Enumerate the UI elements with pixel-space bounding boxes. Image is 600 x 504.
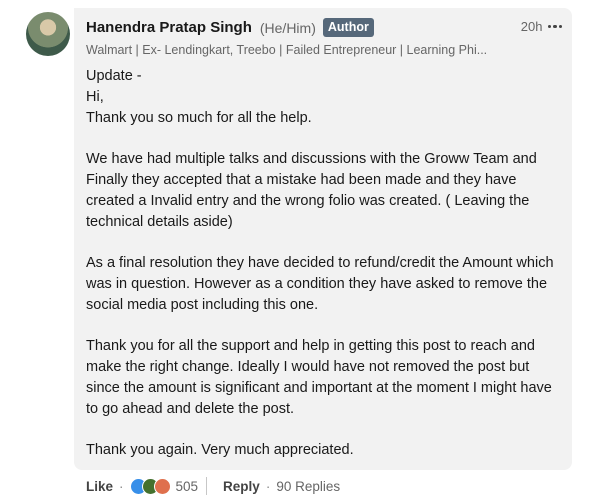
author-headline: Walmart | Ex- Lendingkart, Treebo | Fail… xyxy=(86,43,488,57)
comment-actions: Like · 505 Reply · 90 Replies xyxy=(86,476,340,496)
more-options-icon[interactable] xyxy=(547,24,562,29)
author-badge: Author xyxy=(322,18,374,37)
comment-paragraph xyxy=(86,232,564,253)
divider xyxy=(206,477,208,495)
reaction-count[interactable]: 505 xyxy=(176,479,199,494)
comment-paragraph: Update - Hi, Thank you so much for all t… xyxy=(86,68,312,126)
comment-paragraph xyxy=(86,420,564,441)
comment-paragraph: We have had multiple talks and discussio… xyxy=(86,151,541,230)
comment-paragraph xyxy=(86,316,564,337)
comment-paragraph xyxy=(86,128,564,149)
comment-paragraph: Thank you for all the support and help i… xyxy=(86,338,556,417)
author-name[interactable]: Hanendra Pratap Singh xyxy=(86,19,252,36)
author-pronouns: (He/Him) xyxy=(259,19,316,36)
like-button[interactable]: Like xyxy=(86,479,113,494)
comment-paragraph: Thank you again. Very much appreciated. xyxy=(86,442,354,459)
comment-bubble: Hanendra Pratap Singh (He/Him) Author 20… xyxy=(74,8,572,470)
reactions-summary[interactable] xyxy=(129,477,171,495)
comment-thread: Hanendra Pratap Singh (He/Him) Author 20… xyxy=(0,0,600,504)
reply-button[interactable]: Reply xyxy=(223,479,260,494)
separator-dot: · xyxy=(119,478,124,494)
comment-meta: 20h xyxy=(521,19,562,34)
comment-timestamp: 20h xyxy=(520,19,543,34)
avatar[interactable] xyxy=(26,12,70,56)
love-icon xyxy=(153,477,171,495)
replies-link[interactable]: 90 Replies xyxy=(276,479,340,494)
comment-body: Update - Hi, Thank you so much for all t… xyxy=(86,66,564,461)
separator-dot: · xyxy=(265,478,271,494)
comment-paragraph: As a final resolution they have decided … xyxy=(86,255,558,313)
author-row: Hanendra Pratap Singh (He/Him) Author xyxy=(86,18,374,37)
